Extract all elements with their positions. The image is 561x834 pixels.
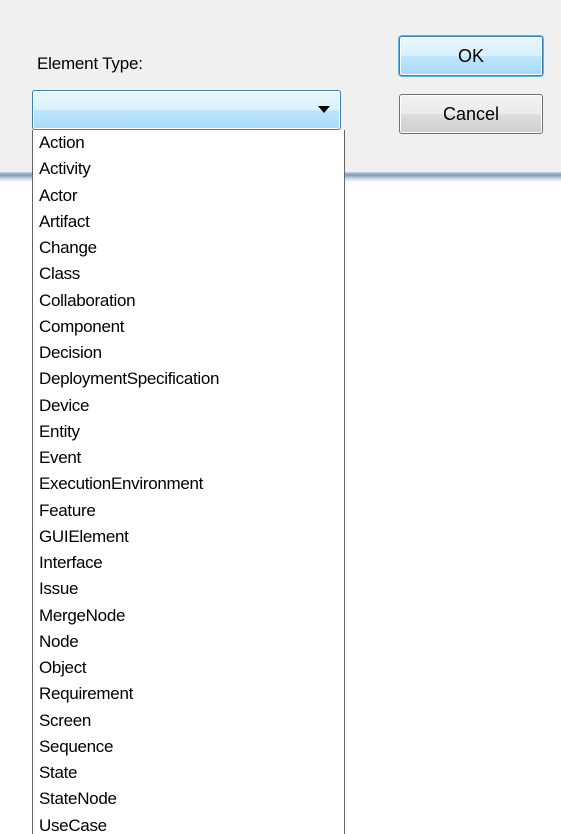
dropdown-option[interactable]: Event	[33, 445, 344, 471]
dropdown-option[interactable]: ExecutionEnvironment	[33, 471, 344, 497]
dropdown-option[interactable]: Requirement	[33, 681, 344, 707]
dropdown-option[interactable]: Sequence	[33, 734, 344, 760]
dropdown-option[interactable]: UseCase	[33, 813, 344, 834]
dropdown-option[interactable]: Artifact	[33, 209, 344, 235]
dropdown-option[interactable]: Interface	[33, 550, 344, 576]
dropdown-option[interactable]: DeploymentSpecification	[33, 366, 344, 392]
dropdown-option[interactable]: Action	[33, 130, 344, 156]
dropdown-option[interactable]: Collaboration	[33, 288, 344, 314]
dropdown-option[interactable]: Activity	[33, 156, 344, 182]
dropdown-option[interactable]: State	[33, 760, 344, 786]
element-type-label: Element Type:	[37, 54, 143, 73]
ok-button[interactable]: OK	[399, 36, 543, 76]
dropdown-option[interactable]: Class	[33, 261, 344, 287]
dropdown-option[interactable]: StateNode	[33, 786, 344, 812]
dropdown-option[interactable]: Entity	[33, 419, 344, 445]
dropdown-option[interactable]: Feature	[33, 498, 344, 524]
dropdown-option[interactable]: GUIElement	[33, 524, 344, 550]
dropdown-option[interactable]: Screen	[33, 708, 344, 734]
dropdown-option[interactable]: MergeNode	[33, 603, 344, 629]
dropdown-option[interactable]: Issue	[33, 576, 344, 602]
element-type-dropdown-list[interactable]: Action Activity Actor Artifact Change Class Co…	[32, 130, 345, 834]
cancel-button[interactable]: Cancel	[399, 94, 543, 134]
dropdown-option[interactable]: Actor	[33, 183, 344, 209]
dropdown-option[interactable]: Change	[33, 235, 344, 261]
chevron-down-icon[interactable]	[318, 106, 330, 113]
dropdown-option[interactable]: Object	[33, 655, 344, 681]
dropdown-option[interactable]: Node	[33, 629, 344, 655]
dropdown-option[interactable]: Component	[33, 314, 344, 340]
dropdown-option[interactable]: Decision	[33, 340, 344, 366]
dropdown-option[interactable]: Device	[33, 393, 344, 419]
element-type-combobox[interactable]	[32, 90, 341, 130]
